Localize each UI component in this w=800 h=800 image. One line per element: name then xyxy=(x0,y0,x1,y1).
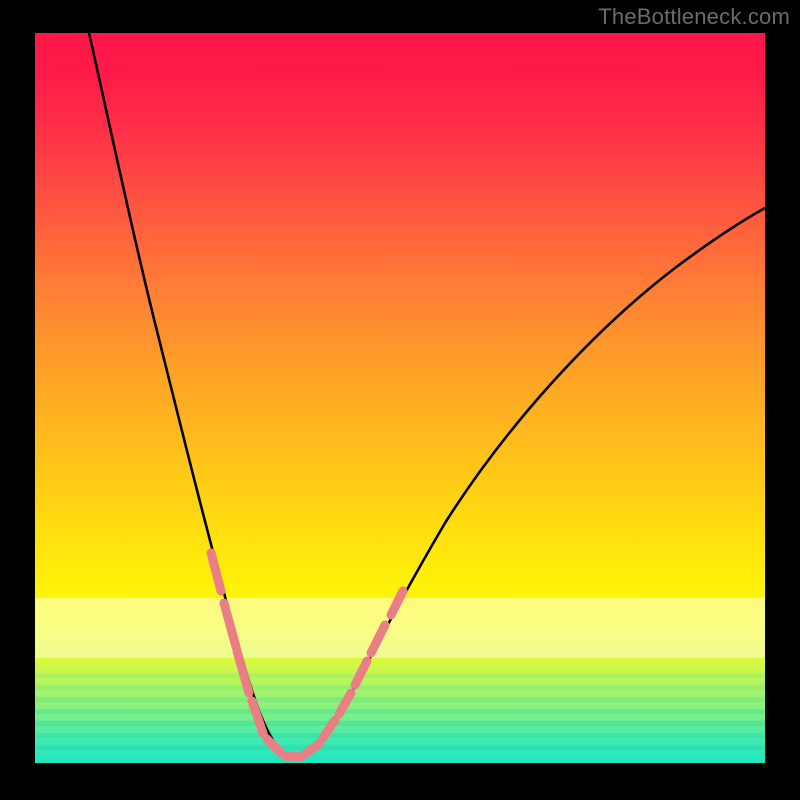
app-frame: TheBottleneck.com xyxy=(0,0,800,800)
chart-svg xyxy=(35,33,765,763)
dash-seg xyxy=(237,651,249,693)
dash-seg xyxy=(323,720,335,738)
dash-seg xyxy=(355,661,367,685)
dash-seg xyxy=(285,756,301,757)
dash-seg xyxy=(305,744,319,754)
dash-seg xyxy=(339,693,351,714)
bottleneck-curve xyxy=(89,33,765,759)
dash-seg xyxy=(267,739,281,753)
dash-seg xyxy=(391,591,403,615)
pink-dash-group xyxy=(211,553,403,757)
dash-seg xyxy=(224,603,236,647)
plot-area xyxy=(35,33,765,763)
watermark-text: TheBottleneck.com xyxy=(598,4,790,30)
dash-seg xyxy=(371,625,385,653)
dash-seg xyxy=(211,553,221,591)
dash-seg xyxy=(252,701,263,733)
